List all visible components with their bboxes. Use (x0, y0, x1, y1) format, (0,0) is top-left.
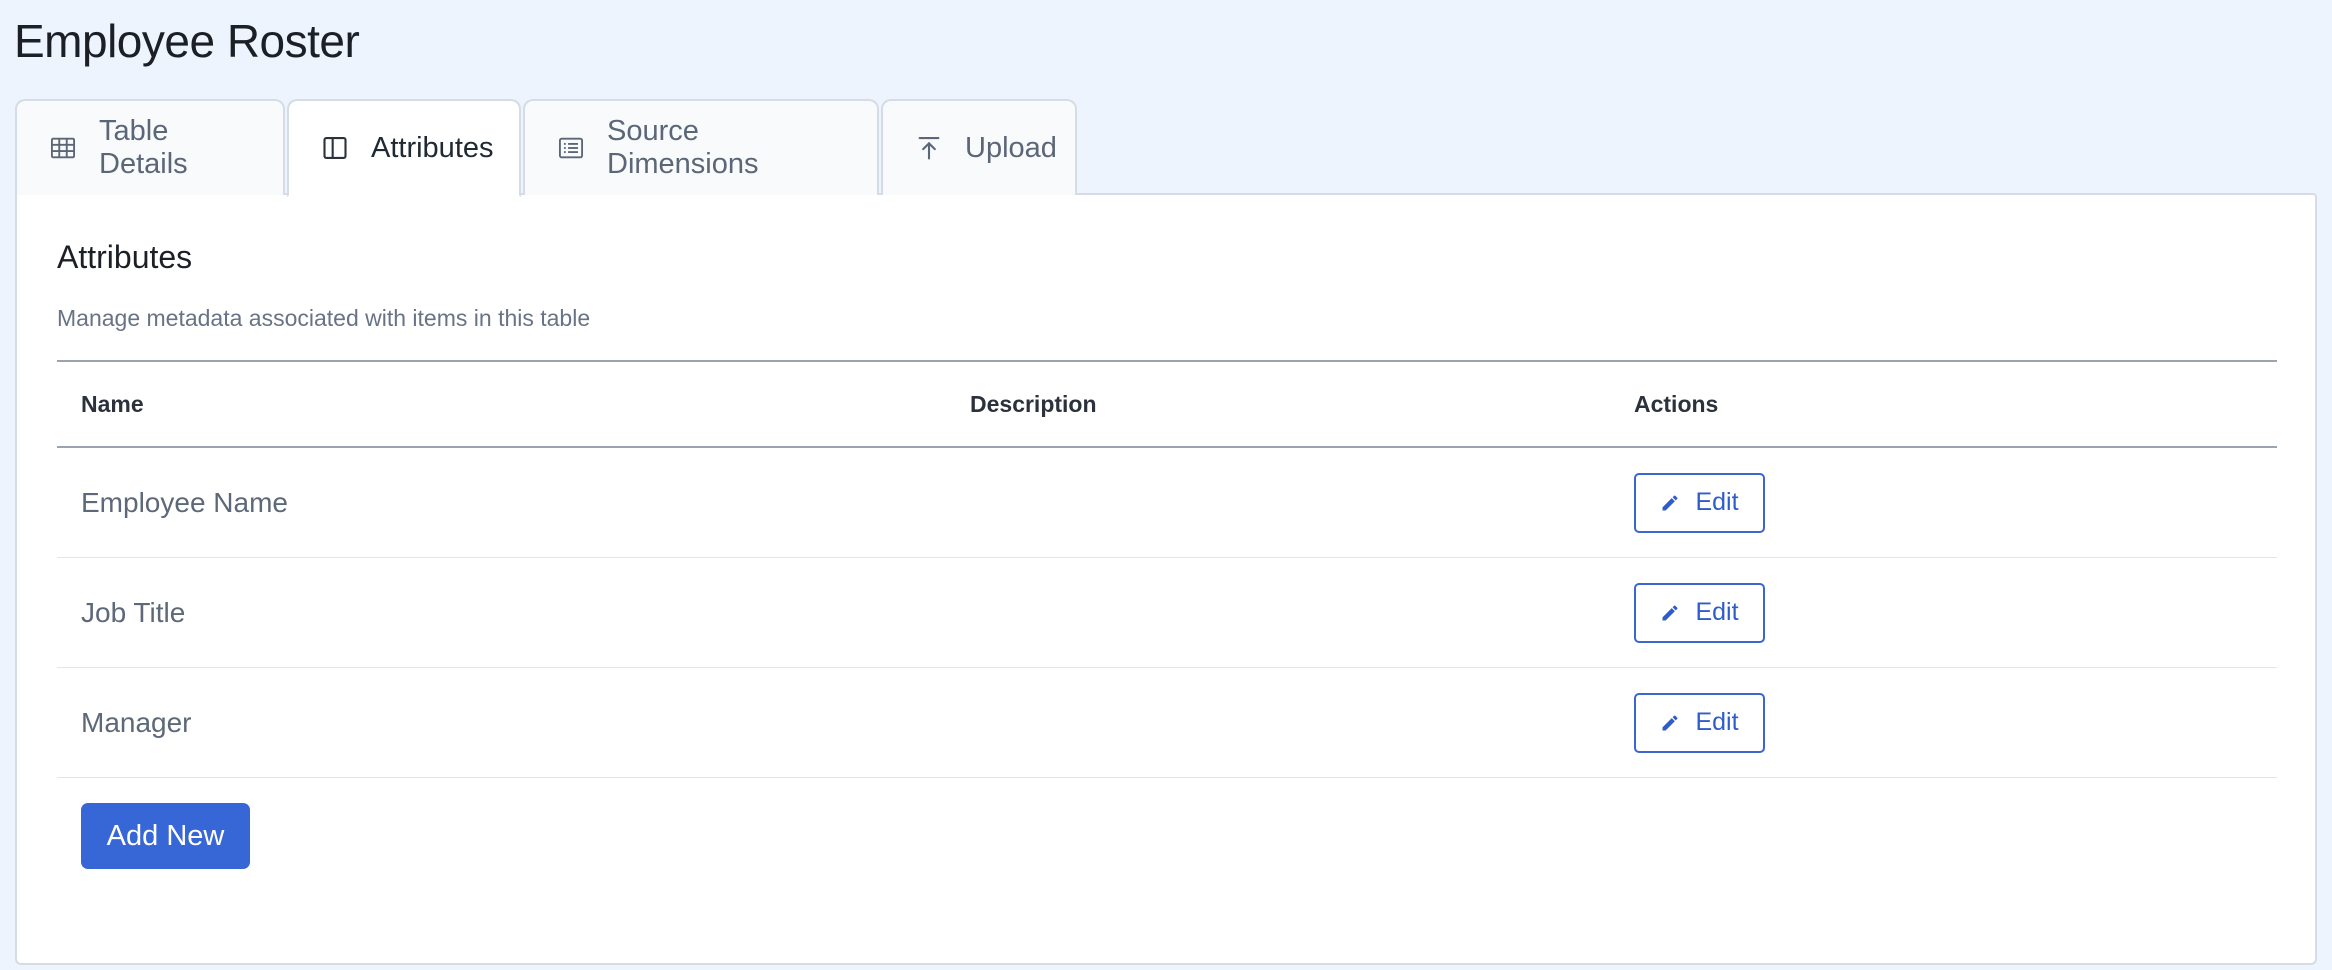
upload-icon (915, 134, 943, 162)
tab-upload[interactable]: Upload (881, 99, 1077, 195)
column-header-actions: Actions (1634, 390, 1719, 417)
table-row: Manager Edit (57, 668, 2277, 778)
edit-label: Edit (1695, 708, 1739, 736)
tab-label: Attributes (371, 131, 494, 164)
tab-source-dimensions[interactable]: Source Dimensions (523, 99, 879, 195)
column-header-name: Name (81, 390, 144, 417)
columns-icon (321, 134, 349, 162)
section-subtitle: Manage metadata associated with items in… (57, 305, 591, 331)
pencil-icon (1660, 603, 1680, 623)
tab-label: Table Details (99, 115, 188, 180)
tab-table-details[interactable]: Table Details (15, 99, 285, 195)
tab-attributes[interactable]: Attributes (287, 99, 521, 197)
page-title: Employee Roster (14, 15, 360, 67)
attribute-name: Manager (81, 706, 192, 738)
attributes-table: Name Description Actions Employee Name E… (57, 360, 2277, 778)
tab-bar: Table Details Attributes Source Dimensio… (15, 99, 1079, 197)
table-header: Name Description Actions (57, 360, 2277, 448)
attribute-name: Employee Name (81, 486, 288, 518)
column-header-description: Description (970, 390, 1097, 417)
pencil-icon (1660, 713, 1680, 733)
attributes-panel: Attributes Manage metadata associated wi… (15, 193, 2317, 965)
edit-button[interactable]: Edit (1634, 472, 1765, 533)
add-new-button[interactable]: Add New (81, 803, 250, 869)
table-row: Job Title Edit (57, 558, 2277, 668)
table-grid-icon (49, 134, 77, 162)
pencil-icon (1660, 493, 1680, 513)
section-title: Attributes (57, 239, 193, 275)
edit-label: Edit (1695, 488, 1739, 516)
edit-button[interactable]: Edit (1634, 582, 1765, 643)
list-icon (557, 134, 585, 162)
tab-label: Upload (965, 131, 1057, 164)
tab-label: Source Dimensions (607, 115, 759, 180)
attribute-name: Job Title (81, 596, 186, 628)
edit-label: Edit (1695, 598, 1739, 626)
edit-button[interactable]: Edit (1634, 692, 1765, 753)
table-row: Employee Name Edit (57, 448, 2277, 558)
